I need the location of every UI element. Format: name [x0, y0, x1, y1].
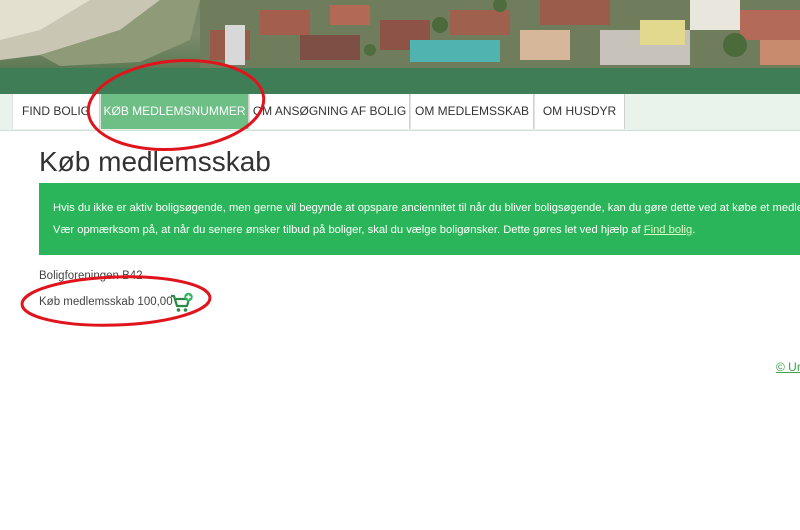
header-banner-image [0, 0, 800, 68]
info-text-line2-pre: Vær opmærksom på, at når du senere ønske… [53, 224, 644, 236]
info-text-line2: Vær opmærksom på, at når du senere ønske… [53, 219, 800, 241]
town-aerial-photo [0, 0, 800, 68]
info-box: Hvis du ikke er aktiv boligsøgende, men … [39, 183, 800, 255]
nav-om-ansoegning[interactable]: OM ANSØGNING AF BOLIG [249, 94, 410, 129]
info-text-line2-post: . [692, 224, 696, 236]
nav-koeb-medlemsnummer[interactable]: KØB MEDLEMSNUMMER [100, 94, 249, 129]
page-title: Køb medlemsskab [39, 146, 271, 177]
nav-om-husdyr[interactable]: OM HUSDYR [534, 94, 625, 129]
info-text-line1: Hvis du ikke er aktiv boligsøgende, men … [53, 202, 800, 214]
shopping-cart-add-icon [171, 292, 193, 312]
nav-find-bolig[interactable]: FIND BOLIG [12, 94, 100, 129]
main-navigation: FIND BOLIG KØB MEDLEMSNUMMER OM ANSØGNIN… [0, 94, 800, 131]
footer-link[interactable]: © Ur [776, 360, 800, 374]
buy-membership-label: Køb medlemsskab 100,00 [39, 296, 173, 308]
find-bolig-link[interactable]: Find bolig [644, 224, 693, 236]
add-to-cart-button[interactable] [170, 292, 194, 314]
nav-om-medlemsskab[interactable]: OM MEDLEMSSKAB [410, 94, 534, 129]
organization-name: Boligforeningen B42 [39, 270, 143, 282]
header-green-bar [0, 68, 800, 94]
